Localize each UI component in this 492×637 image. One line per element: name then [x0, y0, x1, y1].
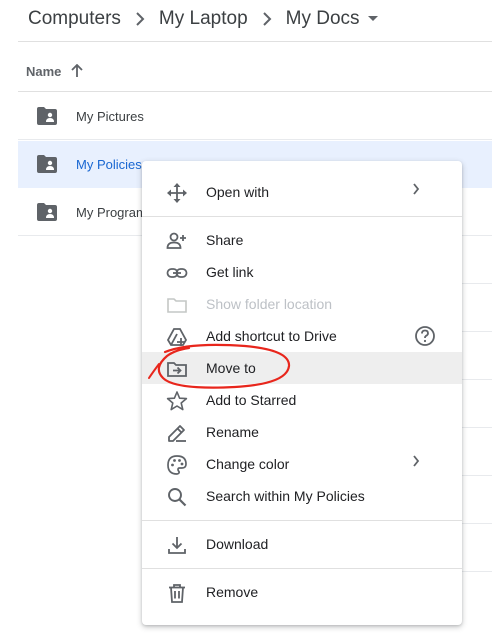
open-with-icon	[166, 182, 188, 204]
menu-item-change-color[interactable]: Change color	[142, 448, 462, 480]
help-icon[interactable]	[414, 325, 436, 347]
menu-item-download[interactable]: Download	[142, 528, 462, 560]
menu-item-label: Get link	[206, 264, 254, 280]
file-name: My Pictures	[76, 108, 144, 124]
shared-folder-icon	[37, 107, 57, 130]
chevron-right-icon	[262, 12, 272, 26]
name-column-header[interactable]: Name	[26, 60, 84, 82]
shared-folder-icon	[37, 155, 57, 178]
chevron-right-icon	[412, 183, 420, 195]
menu-divider	[142, 520, 462, 521]
breadcrumb-my-docs[interactable]: My Docs	[286, 8, 360, 30]
breadcrumb: Computers My Laptop My Docs	[28, 6, 378, 32]
menu-item-search-within[interactable]: Search within My Policies	[142, 480, 462, 512]
menu-item-rename[interactable]: Rename	[142, 416, 462, 448]
menu-divider	[142, 568, 462, 569]
palette-icon	[166, 454, 188, 476]
menu-item-label: Search within My Policies	[206, 488, 365, 504]
menu-item-label: Add to Starred	[206, 392, 297, 408]
name-column-label: Name	[26, 63, 62, 79]
menu-divider	[142, 216, 462, 217]
shared-folder-icon	[37, 203, 57, 226]
header-divider	[18, 41, 492, 42]
menu-item-show-folder-location: Show folder location	[142, 288, 462, 320]
red-circle-annotation	[148, 343, 291, 389]
menu-item-get-link[interactable]: Get link	[142, 256, 462, 288]
list-item[interactable]: My Pictures	[18, 93, 492, 140]
arrow-up-icon[interactable]	[71, 64, 84, 78]
file-name: My Policies	[76, 157, 142, 172]
menu-item-label: Remove	[206, 584, 259, 600]
menu-item-label: Rename	[206, 424, 259, 440]
search-icon	[166, 486, 188, 508]
menu-item-share[interactable]: Share	[142, 224, 462, 256]
download-icon	[166, 534, 188, 556]
person-add-icon	[166, 230, 188, 252]
caret-down-icon[interactable]	[367, 16, 378, 22]
trash-icon	[166, 582, 188, 604]
context-menu: Open with Share Get link Show folder loc…	[142, 161, 462, 625]
menu-item-label: Open with	[206, 184, 270, 200]
chevron-right-icon	[412, 455, 420, 467]
breadcrumb-my-laptop[interactable]: My Laptop	[159, 8, 248, 30]
star-icon	[166, 390, 188, 412]
link-icon	[166, 262, 188, 284]
pencil-icon	[166, 422, 188, 444]
folder-icon	[166, 294, 188, 316]
menu-item-label: Share	[206, 232, 244, 248]
menu-item-label: Change color	[206, 456, 290, 472]
column-header-divider	[18, 91, 492, 92]
menu-item-label: Show folder location	[206, 296, 333, 312]
breadcrumb-computers[interactable]: Computers	[28, 8, 121, 30]
chevron-right-icon	[135, 12, 145, 26]
menu-item-label: Download	[206, 536, 269, 552]
menu-item-remove[interactable]: Remove	[142, 576, 462, 608]
menu-item-open-with[interactable]: Open with	[142, 176, 462, 208]
